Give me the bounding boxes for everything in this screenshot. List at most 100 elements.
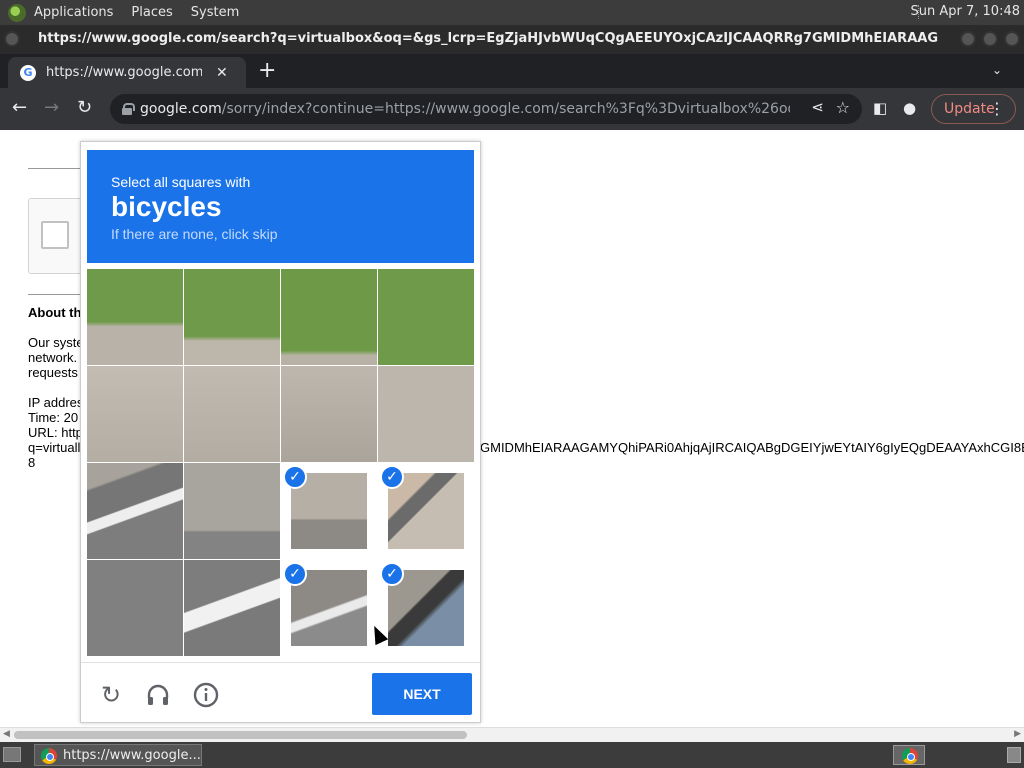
show-desktop-icon[interactable]: [3, 747, 21, 762]
tab-google-search[interactable]: G https://www.google.com/search?q=virtua…: [8, 57, 246, 88]
challenge-hint: If there are none, click skip: [111, 226, 278, 242]
maximize-icon[interactable]: [982, 31, 998, 47]
scrollbar-thumb[interactable]: [14, 731, 467, 739]
url-path: /sorry/index?continue=https://www.google…: [221, 101, 790, 117]
challenge-tile[interactable]: [87, 366, 183, 462]
ip-line: IP addres: [28, 395, 84, 410]
challenge-tile[interactable]: [378, 366, 474, 462]
profile-avatar-icon[interactable]: ●: [903, 97, 916, 119]
window-controls: [960, 31, 1020, 47]
reload-page-icon[interactable]: ↻: [77, 97, 92, 119]
tile-image: [184, 560, 280, 656]
challenge-footer: ↻ NEXT: [81, 662, 480, 722]
url-line: URL: http: [28, 425, 83, 440]
bookmark-star-icon[interactable]: ☆: [836, 98, 850, 117]
browser-toolbar: ← → ↻ google.com/sorry/index?continue=ht…: [0, 88, 1024, 130]
menu-places[interactable]: Places: [131, 5, 172, 20]
audio-headphones-icon[interactable]: [144, 681, 172, 709]
tab-search-chevron-icon[interactable]: ⌄: [992, 63, 1002, 77]
reload-icon[interactable]: ↻: [97, 681, 125, 709]
tile-selected-check-icon: ✓: [283, 562, 307, 586]
challenge-tile[interactable]: [184, 560, 280, 656]
divider: [28, 168, 88, 169]
tray-chrome-launcher[interactable]: [893, 745, 925, 765]
recaptcha-checkbox[interactable]: [41, 221, 69, 249]
tile-image: [184, 463, 280, 559]
challenge-tile[interactable]: [378, 269, 474, 365]
menu-system[interactable]: System: [191, 5, 239, 20]
next-button[interactable]: NEXT: [372, 673, 472, 715]
gnome-foot-icon[interactable]: [8, 3, 26, 22]
challenge-tile[interactable]: [87, 560, 183, 656]
tile-image: [184, 366, 280, 462]
tile-image: [378, 366, 474, 462]
new-tab-button[interactable]: +: [258, 60, 276, 82]
scroll-left-icon[interactable]: ◀: [3, 729, 10, 739]
challenge-tile[interactable]: ✓: [281, 463, 377, 559]
tile-selected-check-icon: ✓: [283, 465, 307, 489]
tile-selected-check-icon: ✓: [380, 465, 404, 489]
taskbar-chrome-window[interactable]: https://www.google...: [34, 744, 202, 766]
tile-image: [281, 269, 377, 365]
challenge-tile[interactable]: [184, 463, 280, 559]
info-icon[interactable]: [192, 681, 220, 709]
chrome-icon: [902, 748, 918, 764]
about-heading: About th: [28, 305, 82, 320]
challenge-tile[interactable]: [281, 366, 377, 462]
chrome-icon: [41, 748, 57, 764]
challenge-header: Select all squares with bicycles If ther…: [87, 150, 474, 263]
headphones-svg: [147, 684, 169, 705]
challenge-tile[interactable]: ✓: [378, 463, 474, 559]
address-bar[interactable]: google.com/sorry/index?continue=https://…: [110, 94, 862, 124]
challenge-tile[interactable]: ✓: [378, 560, 474, 656]
para-line: Our syste: [28, 335, 84, 350]
bottom-taskbar: https://www.google...: [0, 742, 1024, 768]
desktop-top-panel: Applications Places System Sun Apr 7, 10…: [0, 0, 1024, 25]
side-panel-icon[interactable]: ◧: [873, 97, 887, 119]
recaptcha-challenge: Select all squares with bicycles If ther…: [80, 141, 481, 723]
challenge-tile[interactable]: [281, 269, 377, 365]
query-line: q=virtuall: [28, 440, 81, 455]
tile-selected-check-icon: ✓: [380, 562, 404, 586]
scroll-right-icon[interactable]: ▶: [1014, 729, 1021, 739]
tile-image: [378, 269, 474, 365]
para-line: network.: [28, 350, 78, 365]
tile-image: [87, 366, 183, 462]
close-tab-icon[interactable]: ✕: [216, 65, 228, 81]
challenge-instruction: Select all squares with: [111, 174, 251, 190]
window-title-bar[interactable]: https://www.google.com/search?q=virtualb…: [0, 25, 1024, 54]
challenge-tile[interactable]: [87, 463, 183, 559]
menu-applications[interactable]: Applications: [34, 5, 113, 20]
challenge-tile[interactable]: ✓: [281, 560, 377, 656]
minimize-icon[interactable]: [960, 31, 976, 47]
challenge-tile[interactable]: [184, 269, 280, 365]
more-menu-icon[interactable]: ⋮: [989, 99, 1005, 118]
back-arrow-icon[interactable]: ←: [12, 97, 27, 119]
url-text: google.com/sorry/index?continue=https://…: [140, 101, 790, 117]
challenge-image-grid: ✓ ✓ ✓ ✓: [87, 269, 474, 656]
tab-strip: G https://www.google.com/search?q=virtua…: [0, 54, 1024, 88]
clock[interactable]: Sun Apr 7, 10:48: [911, 4, 1020, 19]
time-line: Time: 20: [28, 410, 79, 425]
workspace-switcher-icon[interactable]: [1007, 747, 1021, 763]
close-window-icon[interactable]: [1004, 31, 1020, 47]
tile-image: [184, 269, 280, 365]
horizontal-scrollbar[interactable]: ◀ ▶: [0, 727, 1024, 742]
recaptcha-anchor-box: [28, 198, 88, 274]
query-line-end: 8: [28, 455, 36, 470]
long-url-text: GMIDMhEIARAAGAMYQhiPARi0AhjqAjIRCAIQABgD…: [480, 440, 1024, 455]
lock-icon[interactable]: [122, 103, 135, 115]
google-g-icon: G: [20, 64, 36, 81]
update-label: Update: [944, 101, 995, 117]
forward-arrow-icon[interactable]: →: [44, 97, 59, 119]
tab-title: https://www.google.com/search?q=virtualb…: [46, 65, 202, 80]
challenge-tile[interactable]: [87, 269, 183, 365]
share-icon[interactable]: ⋖: [811, 98, 824, 116]
tile-image: [87, 463, 183, 559]
info-svg: [193, 682, 219, 708]
window-menu-icon[interactable]: [4, 31, 20, 47]
tile-image: [87, 560, 183, 656]
divider: [28, 294, 88, 295]
update-button[interactable]: Update ⋮: [931, 94, 1016, 124]
challenge-tile[interactable]: [184, 366, 280, 462]
